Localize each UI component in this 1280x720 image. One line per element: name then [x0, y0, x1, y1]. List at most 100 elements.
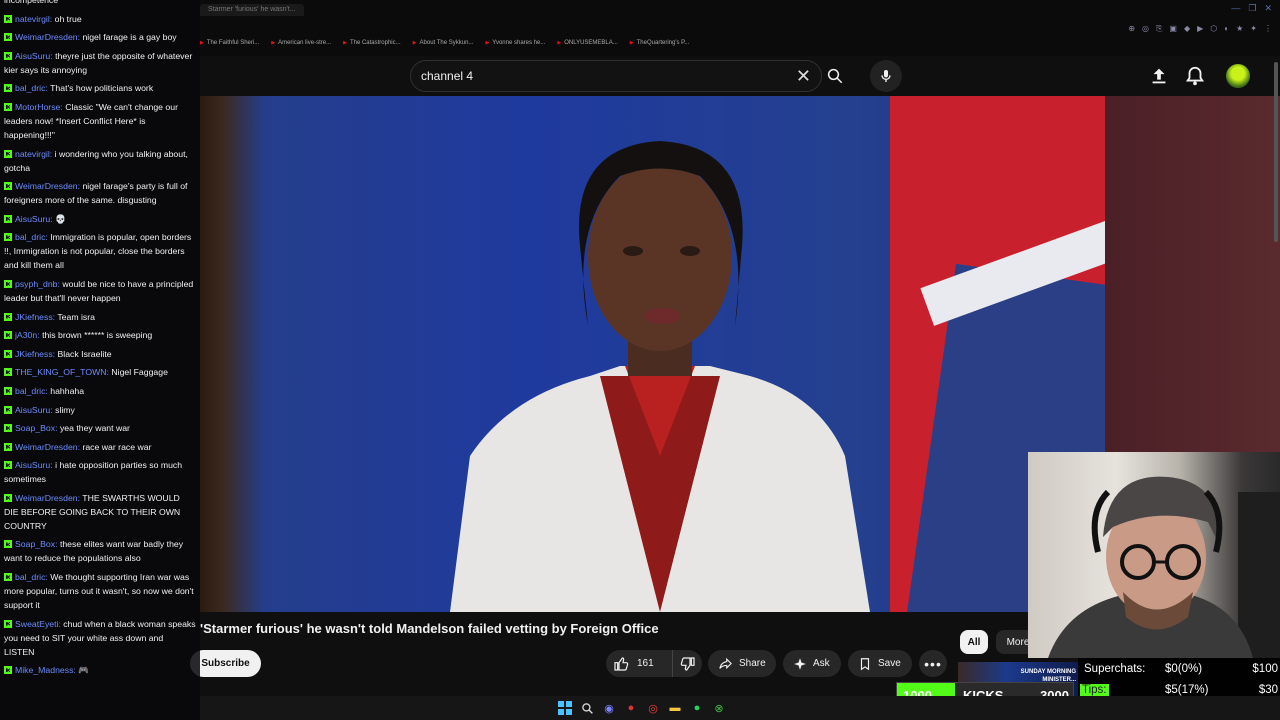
- bookmark-item[interactable]: American live-stre...: [271, 40, 331, 46]
- chat-username[interactable]: JKiefness:: [15, 349, 55, 359]
- chat-username[interactable]: AisuSuru:: [15, 51, 53, 61]
- zoom-icon[interactable]: ⊕: [1128, 24, 1135, 34]
- menu-icon[interactable]: ⋮: [1264, 24, 1272, 34]
- ask-button[interactable]: Ask: [783, 650, 841, 677]
- chat-username[interactable]: bal_dric:: [15, 572, 48, 582]
- search-input[interactable]: channel 4: [421, 69, 473, 83]
- kick-badge-icon: [4, 84, 12, 93]
- chat-username[interactable]: WeimarDresden:: [15, 442, 80, 452]
- close-icon[interactable]: ✕: [1264, 3, 1272, 14]
- dislike-button[interactable]: [672, 650, 702, 677]
- clear-search-icon[interactable]: ✕: [796, 66, 811, 86]
- window-controls: — ❐ ✕: [1231, 3, 1272, 14]
- folder-icon[interactable]: ▬: [667, 700, 683, 716]
- chat-username[interactable]: bal_dric:: [15, 83, 48, 93]
- chat-message: AisuSuru: theyre just the opposite of wh…: [4, 49, 196, 77]
- chat-username[interactable]: JKiefness:: [15, 312, 55, 322]
- taskbar: ◉ ● ◎ ▬ ● ⊗: [200, 696, 1280, 720]
- chat-username[interactable]: bal_dric:: [15, 386, 48, 396]
- more-actions-button[interactable]: •••: [919, 650, 947, 677]
- chat-text: Black Israelite: [57, 348, 112, 359]
- webcam-feed: [1028, 452, 1280, 658]
- bookmark-item[interactable]: The Faithful Sheri...: [200, 40, 259, 46]
- avatar[interactable]: [1226, 64, 1250, 88]
- taskbar-icons: ◉ ● ◎ ▬ ● ⊗: [557, 700, 727, 716]
- chat-username[interactable]: Soap_Box:: [15, 423, 58, 433]
- ext-icon[interactable]: ★: [1236, 24, 1243, 34]
- chat-username[interactable]: WeimarDresden:: [15, 32, 80, 42]
- kick-badge-icon: [4, 368, 12, 377]
- chat-message: WeimarDresden: nigel farage is a gay boy: [4, 30, 196, 44]
- windows-icon[interactable]: [557, 700, 573, 716]
- kick-badge-icon: [4, 149, 12, 158]
- like-button[interactable]: 161: [606, 650, 670, 677]
- xbox-icon[interactable]: ⊗: [711, 700, 727, 716]
- scrollbar[interactable]: [1274, 62, 1278, 242]
- spotify-icon[interactable]: ●: [689, 700, 705, 716]
- chat-username[interactable]: SweatEyeti:: [15, 619, 61, 629]
- bookmark-item[interactable]: ONLYUSEMEBLA...: [557, 40, 618, 46]
- chat-username[interactable]: WeimarDresden:: [15, 493, 80, 503]
- chat-username[interactable]: MotorHorse:: [15, 102, 63, 112]
- ext-icon[interactable]: ◎: [1142, 24, 1149, 34]
- kick-badge-icon: [4, 442, 12, 451]
- upload-button[interactable]: [1148, 65, 1170, 87]
- chat-username[interactable]: Mike_Madness:: [15, 665, 76, 675]
- bookmark-item[interactable]: TheQuartering's P...: [630, 40, 690, 46]
- kick-badge-icon: [4, 405, 12, 414]
- chat-username[interactable]: AisuSuru:: [15, 214, 53, 224]
- subscribe-button[interactable]: Subscribe: [190, 650, 261, 677]
- chat-username[interactable]: natevirgil:: [15, 149, 52, 159]
- chat-username[interactable]: psyph_dnb:: [15, 279, 60, 289]
- chat-message: Soap_Box: yea they want war: [4, 421, 196, 435]
- chat-text: Nigel Faggage: [111, 367, 168, 378]
- minimize-icon[interactable]: —: [1231, 3, 1240, 14]
- stat-value: $5(17%): [1165, 683, 1209, 696]
- chat-text: nigel farage is a gay boy: [82, 32, 177, 43]
- thumbs-down-icon: [680, 656, 695, 671]
- chat-message: psyph_dnb: would be nice to have a princ…: [4, 277, 196, 305]
- chat-username[interactable]: AisuSuru:: [15, 405, 53, 415]
- kick-badge-icon: [4, 214, 12, 223]
- stat-goal: $30: [1258, 683, 1278, 696]
- notifications-button[interactable]: [1184, 65, 1206, 87]
- chat-message: MotorHorse: Classic "We can't change our…: [4, 100, 196, 142]
- chrome-icon[interactable]: ◎: [645, 700, 661, 716]
- ext-icon[interactable]: ⬡: [1210, 24, 1217, 34]
- ext-icon[interactable]: ◆: [1184, 24, 1190, 34]
- kick-badge-icon: [4, 331, 12, 340]
- bookmark-icon: [860, 657, 870, 670]
- save-button[interactable]: Save: [848, 650, 912, 677]
- search-bar[interactable]: channel 4 ✕: [410, 60, 822, 92]
- share-button[interactable]: Share: [708, 650, 776, 677]
- ext-icon[interactable]: ⎘: [1156, 24, 1162, 34]
- restore-icon[interactable]: ❐: [1248, 3, 1256, 14]
- chat-username[interactable]: natevirgil:: [15, 14, 52, 24]
- ext-icon[interactable]: ▶: [1197, 24, 1203, 34]
- ellipsis-icon: •••: [924, 655, 942, 672]
- bookmark-item[interactable]: Yvonne shares he...: [485, 40, 545, 46]
- chat-username[interactable]: THE_KING_OF_TOWN:: [15, 367, 109, 377]
- bookmark-item[interactable]: The Catastrophic...: [343, 40, 401, 46]
- search-icon[interactable]: [579, 700, 595, 716]
- chat-username[interactable]: Soap_Box:: [15, 539, 58, 549]
- ext-icon[interactable]: ◐: [1224, 24, 1229, 34]
- kick-badge-icon: [4, 493, 12, 502]
- bookmark-item[interactable]: About The Sykkun...: [413, 40, 474, 46]
- record-icon[interactable]: ●: [623, 700, 639, 716]
- search-button[interactable]: [822, 60, 848, 92]
- chat-username[interactable]: AisuSuru:: [15, 460, 53, 470]
- chat-message: THE_KING_OF_TOWN: Nigel Faggage: [4, 365, 196, 379]
- ext-icon[interactable]: ✦: [1250, 24, 1257, 34]
- ext-icon[interactable]: ▣: [1169, 24, 1177, 34]
- upload-icon: [1152, 68, 1166, 84]
- kick-badge-icon: [4, 349, 12, 358]
- chat-username[interactable]: jA30n:: [15, 330, 40, 340]
- chat-username[interactable]: WeimarDresden:: [15, 181, 80, 191]
- discord-icon[interactable]: ◉: [601, 700, 617, 716]
- chip-all[interactable]: All: [960, 630, 988, 654]
- chat-username[interactable]: bal_dric:: [15, 232, 48, 242]
- stat-value: $0(0%): [1165, 663, 1203, 675]
- voice-search-button[interactable]: [870, 60, 902, 92]
- browser-tab[interactable]: Starmer 'furious' he wasn't...: [200, 4, 304, 16]
